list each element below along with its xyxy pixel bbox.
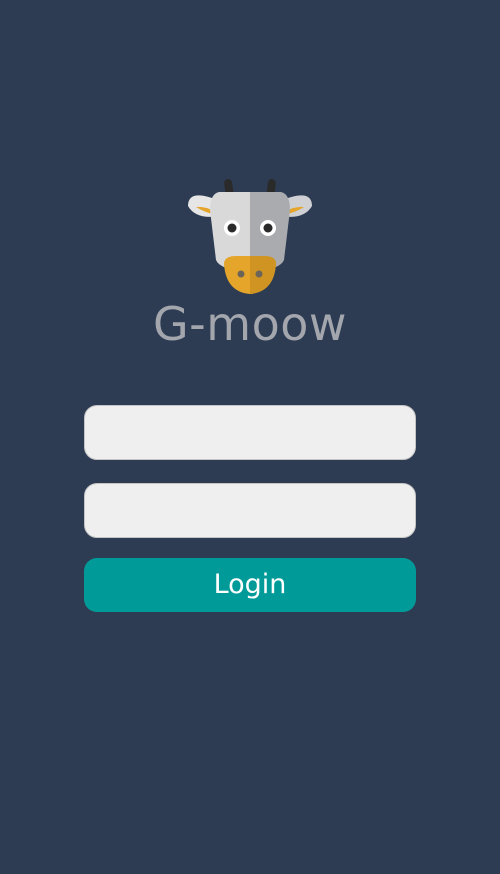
password-input[interactable] <box>84 483 416 538</box>
login-button[interactable]: Login <box>84 558 416 612</box>
username-input[interactable] <box>84 405 416 460</box>
app-title: G-moow <box>153 297 347 351</box>
cow-head-icon <box>186 176 314 298</box>
